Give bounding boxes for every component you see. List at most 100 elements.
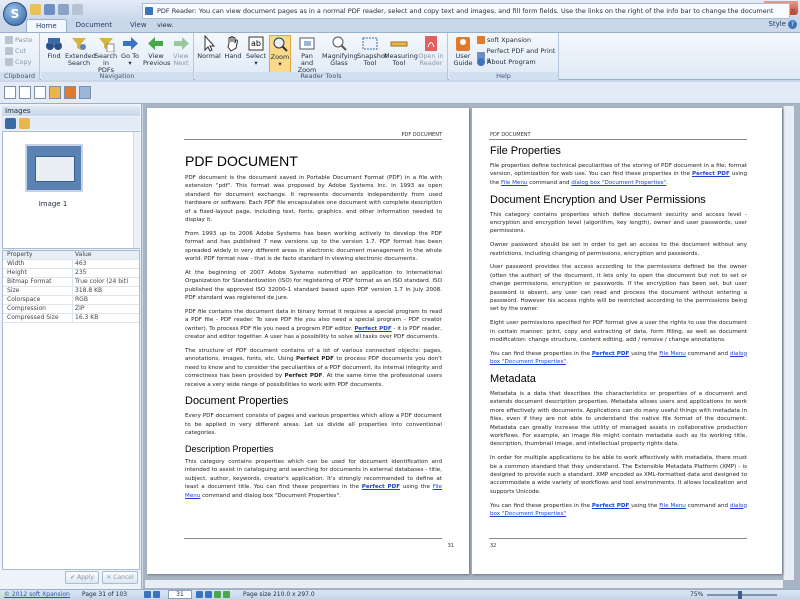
navigation-group-label: Navigation: [41, 72, 193, 80]
two-page-icon[interactable]: [19, 86, 31, 99]
svg-text:ab: ab: [251, 39, 261, 48]
hand-tool-button[interactable]: Hand: [223, 35, 243, 60]
property-row[interactable]: Width 463: [3, 260, 139, 269]
paragraph: You can find these properties in the Per…: [490, 350, 748, 366]
vertical-scrollbar[interactable]: [783, 106, 794, 580]
select-tool-button[interactable]: ab Select ▾: [245, 35, 267, 67]
previous-page-icon[interactable]: [153, 591, 160, 598]
file-menu-link[interactable]: File Menu: [659, 503, 686, 509]
paragraph: Eight user permissions specified for PDF…: [490, 320, 747, 343]
paragraph: This category contains properties which …: [490, 211, 747, 235]
image-thumbnail[interactable]: [25, 144, 83, 192]
single-page-icon[interactable]: [4, 86, 16, 99]
property-row[interactable]: Size 318.8 KB: [3, 287, 139, 296]
property-row[interactable]: Height 235: [3, 269, 139, 278]
next-page-icon[interactable]: [196, 591, 203, 598]
paragraph: File properties define technical peculia…: [490, 163, 747, 186]
page-count: Page 31 of 103: [82, 591, 128, 598]
magnifier-icon: [332, 36, 347, 51]
property-row[interactable]: Compressed Size 16.3 KB: [3, 314, 139, 323]
zoom-slider[interactable]: [707, 594, 777, 596]
paragraph: At the beginning of 2007 Adobe Systems s…: [185, 269, 442, 302]
back-icon[interactable]: [214, 591, 221, 598]
scissors-icon: [5, 47, 13, 55]
view-previous-button[interactable]: View Previous: [143, 35, 170, 67]
images-toolbar: [2, 117, 140, 130]
properties-view-icon[interactable]: [79, 86, 91, 99]
tab-view[interactable]: View: [121, 19, 156, 32]
first-page-icon[interactable]: [144, 591, 151, 598]
perfect-pdf-link[interactable]: Perfect PDF: [692, 171, 730, 177]
page-navigation: [144, 591, 160, 598]
zoom-tool-button[interactable]: Zoom ▾: [269, 35, 291, 77]
section-heading: Document Properties: [185, 395, 289, 408]
horizontal-scrollbar[interactable]: [145, 580, 783, 588]
go-to-button[interactable]: Go To ▾: [121, 35, 139, 67]
page-header: PDF DOCUMENT: [401, 132, 442, 138]
snapshot-tool-button[interactable]: Snapshot Tool: [357, 35, 387, 67]
application-menu-button[interactable]: S: [3, 2, 27, 26]
apply-button[interactable]: ✔ Apply: [65, 571, 99, 584]
page-size: Page size 210.0 x 297.0: [243, 591, 315, 598]
about-program-button[interactable]: About Program: [477, 57, 536, 67]
paragraph: PDF file contains the document data in b…: [185, 308, 442, 341]
user-guide-button[interactable]: User Guide: [452, 35, 474, 67]
cancel-button[interactable]: ✕ Cancel: [102, 571, 138, 584]
tab-home[interactable]: Home: [26, 19, 67, 32]
help-icon[interactable]: ?: [788, 20, 797, 29]
image-options-icon[interactable]: [19, 118, 30, 129]
property-row[interactable]: Colorspace RGB: [3, 296, 139, 305]
copyright-link[interactable]: © 2012 soft Xpansion: [4, 590, 70, 600]
subsection-heading: Description Properties: [185, 443, 274, 454]
cut-button[interactable]: Cut: [5, 46, 26, 56]
search-in-pdfs-button[interactable]: Search in PDFs: [94, 35, 118, 74]
binoculars-icon: [46, 38, 62, 50]
find-button[interactable]: Find: [44, 35, 64, 60]
page-number: 31: [447, 543, 454, 549]
pdf-page-31[interactable]: PDF DOCUMENT PDF DOCUMENT PDF document i…: [147, 108, 469, 574]
file-menu-link[interactable]: File Menu: [501, 180, 528, 186]
zoom-slider-thumb[interactable]: [738, 591, 742, 599]
save-image-icon[interactable]: [5, 118, 16, 129]
property-row[interactable]: Compression ZIP: [3, 305, 139, 314]
dialog-box-link[interactable]: dialog box "Document Properties": [571, 180, 666, 186]
ribbon: Paste Cut Copy Clipboard Find Extended S…: [0, 32, 800, 80]
soft-xpansion-link[interactable]: soft Xpansion: [477, 35, 531, 45]
section-heading: File Properties: [490, 145, 561, 157]
forward-icon[interactable]: [223, 591, 230, 598]
magnifying-glass-button[interactable]: Magnifying Glass: [322, 35, 358, 67]
style-menu[interactable]: Style: [768, 20, 786, 28]
perfect-pdf-link[interactable]: Perfect PDF: [592, 351, 629, 357]
pdf-page-32[interactable]: PDF DOCUMENT File Properties File proper…: [472, 108, 782, 574]
status-bar: © 2012 soft Xpansion Page 31 of 103 31 P…: [0, 589, 800, 600]
extended-search-button[interactable]: Extended Search: [65, 35, 96, 67]
measuring-tool-button[interactable]: Measuring Tool: [384, 35, 418, 67]
page-content: PDF DOCUMENT PDF document is the documen…: [185, 146, 442, 505]
images-list-scrollbar[interactable]: [133, 132, 140, 248]
normal-tool-button[interactable]: Normal: [197, 35, 221, 60]
properties-grid: Property Value Width 463 Height 235 Bitmap …: [2, 250, 140, 570]
paste-button[interactable]: Paste: [5, 35, 33, 45]
open-in-reader-button[interactable]: Open in Reader: [417, 35, 445, 67]
view-next-button[interactable]: View Next: [170, 35, 192, 67]
page-number-input[interactable]: 31: [168, 590, 192, 599]
images-panel: Images Image 1 Property Value Width 463 He…: [0, 104, 142, 589]
thumbnails-icon[interactable]: [49, 86, 61, 99]
info-bar-close-button[interactable]: ✕: [790, 7, 796, 15]
footer-rule: [184, 538, 442, 539]
file-menu-link[interactable]: File Menu: [659, 351, 686, 357]
page-view-icon[interactable]: [34, 86, 46, 99]
images-view-icon[interactable]: [64, 86, 76, 99]
ribbon-tabs: Home Document View: [26, 19, 156, 32]
property-row[interactable]: Bitmap Format True color (24 bit): [3, 278, 139, 287]
last-page-icon[interactable]: [205, 591, 212, 598]
tab-document[interactable]: Document: [67, 19, 121, 32]
images-list: Image 1: [2, 131, 140, 249]
pan-zoom-button[interactable]: Pan and Zoom: [294, 35, 320, 74]
perfect-pdf-link[interactable]: Perfect PDF: [592, 503, 629, 509]
perfect-pdf-link[interactable]: Perfect PDF: [362, 484, 400, 490]
paragraph: In order for multiple applications to be…: [490, 455, 747, 495]
user-guide-icon: [456, 37, 470, 51]
perfect-pdf-link[interactable]: Perfect PDF: [354, 326, 391, 332]
copy-button[interactable]: Copy: [5, 57, 32, 67]
